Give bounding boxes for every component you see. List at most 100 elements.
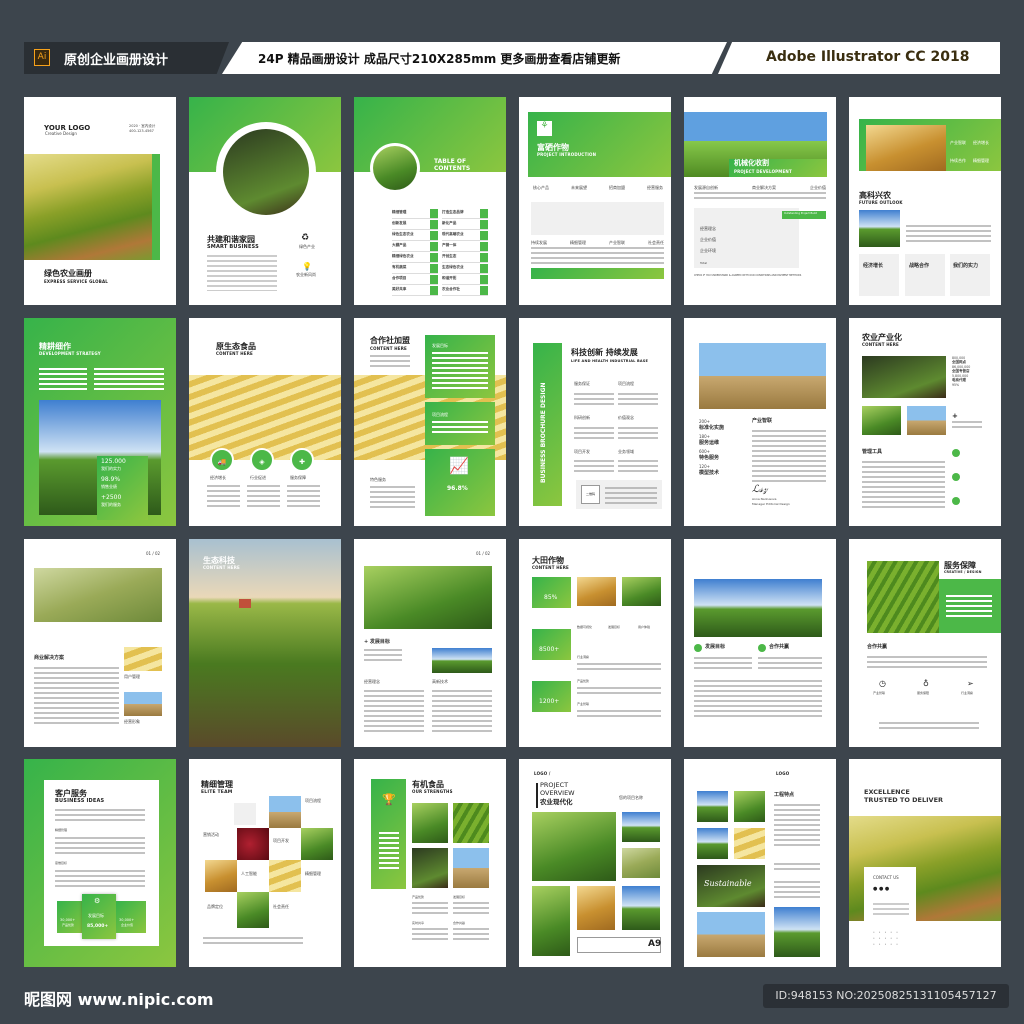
page-subtitle: PROJECT DEVELOPMENT [734, 169, 792, 174]
page-wind-farm[interactable]: 发展目标 合作共赢 [684, 539, 836, 747]
toc-item[interactable]: 开创生态 [442, 253, 488, 263]
page-title: 农业产业化 [862, 333, 902, 342]
page-development-strategy[interactable]: 精耕细作 DEVELOPMENT STRATEGY 125.000 我们的实力 … [24, 318, 176, 526]
page-title: 精细管理 [201, 780, 233, 789]
page-field-crops[interactable]: 大田作物 CONTENT HERE 85% 8500+ 1200+ 数据可视化 … [519, 539, 671, 747]
label: 服务保证 [574, 381, 590, 386]
toc-item[interactable]: 和谐开拓 [442, 275, 488, 285]
stat: 95% [952, 383, 960, 387]
page-subtitle: DEVELOPMENT STRATEGY [39, 351, 101, 356]
section-heading: 商业解决方案 [34, 655, 65, 661]
harvester-photo [453, 848, 489, 888]
toc-item[interactable]: 精细管理 [392, 209, 438, 219]
icon-label: 发展目标 [608, 625, 621, 629]
toc-item[interactable]: 合作项目 [392, 275, 438, 285]
text-placeholder [577, 663, 661, 673]
toc-item[interactable]: 大棚产品 [392, 242, 438, 252]
vineyard-photo [622, 886, 660, 930]
tab[interactable]: 核心产品 [533, 185, 549, 191]
page-development-goals[interactable]: 01 / 02 + 发展目标 经营理念 高新技术 [354, 539, 506, 747]
toc-number-box [430, 264, 438, 273]
tea-field-photo [867, 561, 939, 633]
toc-item[interactable]: 创新发展 [392, 220, 438, 230]
page-title: 高科兴农 [859, 191, 891, 200]
toc-item[interactable]: 精细绿色农业 [392, 253, 438, 263]
stat-box [532, 681, 571, 712]
page-project-intro[interactable]: ⚘ 富硒作物 PROJECT INTRODUCTION 核心产品 未来展望 招商加盟… [519, 97, 671, 305]
page-cooperative[interactable]: 合作社加盟 CONTENT HERE 发展目标 项目流程 📈 96.8% 特色服… [354, 318, 506, 526]
label: 产品优势 [577, 679, 590, 683]
stat-label: 我们的服务 [101, 502, 121, 507]
dot-icon [952, 497, 960, 505]
toc-item[interactable]: 绿色生态农业 [392, 231, 438, 241]
icon-label: 行业洞察 [961, 691, 974, 695]
tile-label: 营销活动 [203, 832, 219, 837]
page-smart-business[interactable]: 共建和谐家园 SMART BUSINESS ♻ 绿色产业 💡 农业新风尚 [189, 97, 341, 305]
text-placeholder [432, 690, 492, 735]
text-placeholder [370, 355, 410, 367]
page-organic-food[interactable]: 原生态食品 CONTENT HERE 🚚 ◈ ✚ 经济增长 行业促进 服务保障 [189, 318, 341, 526]
dot-icon [952, 473, 960, 481]
page-title: 机械化收割 [734, 159, 769, 167]
page-tech-innovation[interactable]: BUSINESS BROCHURE DESIGN 科技创新 持续发展 LIFE … [519, 318, 671, 526]
page-project-development[interactable]: 机械化收割 PROJECT DEVELOPMENT 发展源自创新 商业解决方案 企业… [684, 97, 836, 305]
icon-label: 绿色产业 [299, 244, 315, 249]
item-label: 经济增长 [210, 475, 226, 480]
stat-label: 发展目标 [88, 913, 104, 918]
toc-number-box [430, 220, 438, 229]
page-future-outlook[interactable]: 产业智联 经济增长 持续合作 精细管理 高科兴农 FUTURE OUTLOOK … [849, 97, 1001, 305]
card [859, 254, 899, 296]
tab[interactable]: 未来展望 [571, 185, 587, 191]
text-placeholder [574, 460, 614, 472]
box-title: 发展目标 [432, 343, 448, 348]
grid-label: 持续合作 [950, 158, 966, 163]
label: 合作共赢 [453, 921, 466, 925]
toc-item[interactable]: 农业合作社 [442, 286, 488, 296]
toc-item[interactable]: 新化产品 [442, 220, 488, 230]
page-customer-service[interactable]: 客户服务 BUSINESS IDEAS 精细管理 思维目标 30,000+ 产品… [24, 759, 176, 967]
page-business-solutions[interactable]: 01 / 02 商业解决方案 用户管理 经营形象 [24, 539, 176, 747]
toc-item[interactable]: 生态绿色农业 [442, 264, 488, 274]
toc-item[interactable]: 打造生态品牌 [442, 209, 488, 219]
field-photo [622, 812, 660, 842]
page-back-cover[interactable]: EXCELLENCE TRUSTED TO DELIVER CONTACT US… [849, 759, 1001, 967]
page-organic-strengths[interactable]: 🏆 有机食品 OUR STRENGTHS 产品优势 发展目标 实时共享 合作共赢 [354, 759, 506, 967]
toc-item[interactable]: 产销一体 [442, 242, 488, 252]
section-heading: 发展目标 [705, 644, 726, 650]
tile-label: 社会责任 [273, 904, 289, 909]
page-industry-link[interactable]: 200+ 标准化实施 180+ 服务运维 600+ 特色服务 120+ 模型技术… [684, 318, 836, 526]
item-label: 行业促进 [250, 475, 266, 480]
page-industrialization[interactable]: 农业产业化 CONTENT HERE 800,000 全国网点 86,000,0… [849, 318, 1001, 526]
label-row: 持续发展 精细管理 产业智联 社会责任 [531, 240, 664, 246]
page-eco-tech[interactable]: 生态科技 CONTENT HERE [189, 539, 341, 747]
toc-item[interactable]: 美好共享 [392, 286, 438, 296]
cherries-tile [237, 828, 269, 860]
tab[interactable]: 招商加盟 [609, 185, 625, 191]
crop-rows-photo [622, 577, 661, 606]
page-contents[interactable]: TABLE OF CONTENTS 精细管理 打造生态品牌 创新发展 新化产品 绿色生态… [354, 97, 506, 305]
text-placeholder [412, 902, 448, 916]
page-service-guarantee[interactable]: 服务保障 CREATIVE / DESIGN 合作共赢 ◷ ♁ ➢ 产业智联 服… [849, 539, 1001, 747]
label: 产品优势 [412, 895, 425, 899]
tab[interactable]: 经营服务 [647, 185, 663, 191]
grid-label: 经济增长 [973, 140, 989, 145]
page-subtitle: CONTENT HERE [862, 342, 899, 347]
stats-list: 200+ 标准化实施 180+ 服务运维 600+ 特色服务 120+ 模型技术 [699, 419, 739, 476]
toc-number-box [430, 253, 438, 262]
page-engineering[interactable]: LOGO Sustainable 工程特点 [684, 759, 836, 967]
field-photo [432, 648, 492, 673]
page-elite-team[interactable]: 精细管理 ELITE TEAM 项目流程 营销活动 项目开发 人工智能 精细管理… [189, 759, 341, 967]
toc-label: 合作项目 [392, 276, 407, 280]
logo-text: LOGO [776, 771, 790, 776]
card [950, 254, 990, 296]
toc-label: 新化产品 [442, 221, 457, 225]
seedling-photo [223, 129, 309, 215]
page-subtitle: ELITE TEAM [201, 790, 233, 795]
page-project-overview[interactable]: LOGO / PROJECT OVERVIEW 农业现代化 您的项目名称 A9 [519, 759, 671, 967]
page-cover[interactable]: YOUR LOGO Creative Design 2020 · 室内设计 40… [24, 97, 176, 305]
toc-item[interactable]: 现代高端农业 [442, 231, 488, 241]
text-placeholder [94, 368, 164, 390]
toc-item[interactable]: 有机蔬菜 [392, 264, 438, 274]
toc-label: 打造生态品牌 [442, 210, 464, 214]
agreement-checkbox[interactable]: CHECK IF YOU UNDERSTAND & AGREED WITH OU… [694, 274, 801, 278]
